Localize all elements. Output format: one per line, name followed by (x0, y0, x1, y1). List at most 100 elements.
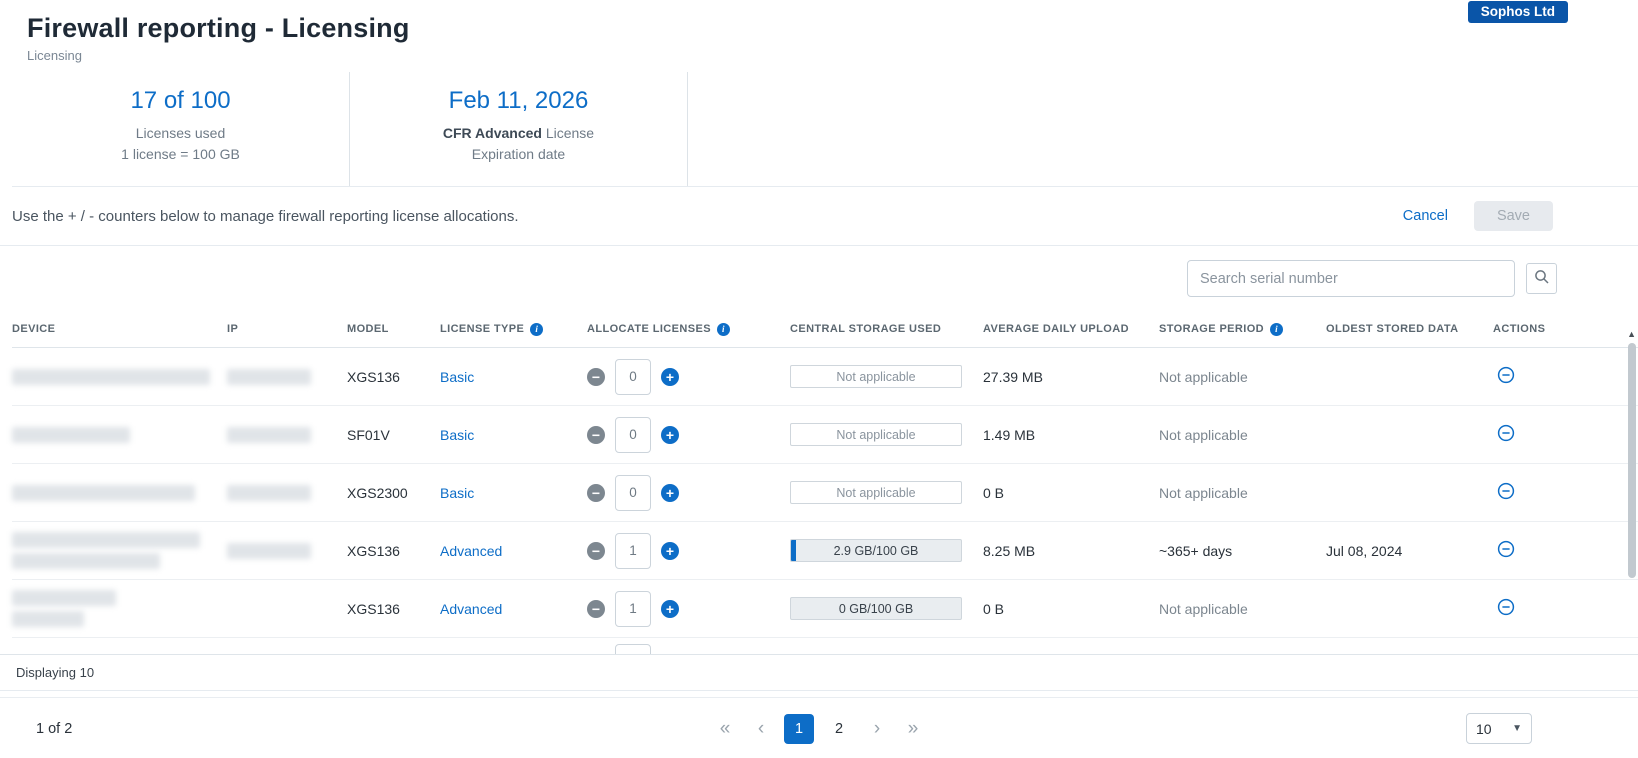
table-row-partial: 1 (12, 638, 1638, 654)
next-page-button[interactable]: › (864, 718, 890, 740)
license-type-link[interactable]: Advanced (440, 543, 502, 559)
first-page-button[interactable]: « (712, 718, 738, 740)
storage-period-cell: ~365+ days (1159, 543, 1326, 559)
instruction-bar: Use the + / - counters below to manage f… (0, 187, 1638, 246)
decrement-button[interactable]: − (587, 542, 605, 560)
account-badge[interactable]: Sophos Ltd (1468, 1, 1568, 23)
col-central-storage-used: CENTRAL STORAGE USED (790, 323, 983, 335)
license-type-link[interactable]: Basic (440, 369, 474, 385)
model-cell: XGS136 (347, 369, 440, 385)
allocate-value[interactable]: 1 (615, 533, 651, 569)
col-oldest-stored-data: OLDEST STORED DATA (1326, 323, 1493, 335)
cancel-button[interactable]: Cancel (1403, 208, 1448, 224)
allocate-value[interactable]: 0 (615, 359, 651, 395)
upload-cell: 1.49 MB (983, 427, 1159, 443)
page-1-button[interactable]: 1 (784, 714, 814, 744)
search-icon (1534, 269, 1550, 288)
storage-period-info-icon[interactable]: i (1270, 323, 1283, 336)
ip-cell-redacted (227, 427, 347, 443)
last-page-button[interactable]: » (900, 718, 926, 740)
device-cell-redacted (12, 485, 227, 501)
page-size-value: 10 (1476, 721, 1492, 737)
storage-period-cell: Not applicable (1159, 427, 1326, 443)
scroll-up-icon[interactable]: ▲ (1627, 330, 1636, 339)
license-type-info-icon[interactable]: i (530, 323, 543, 336)
model-cell: SF01V (347, 427, 440, 443)
allocate-value[interactable]: 1 (615, 644, 651, 654)
col-model: MODEL (347, 323, 440, 335)
circle-minus-icon (1497, 482, 1515, 503)
page-title: Firewall reporting - Licensing (27, 13, 1638, 44)
upload-cell: 27.39 MB (983, 369, 1159, 385)
page-size-select[interactable]: 10 ▼ (1466, 713, 1532, 744)
increment-button[interactable]: + (661, 600, 679, 618)
ip-cell-redacted (227, 485, 347, 501)
scrollbar-thumb[interactable] (1628, 343, 1636, 578)
table-row: XGS136 Basic − 0 + Not applicable 27.39 … (12, 348, 1638, 406)
allocate-counter: − 1 + (587, 533, 790, 569)
allocate-value[interactable]: 1 (615, 591, 651, 627)
device-cell-redacted (12, 532, 227, 569)
device-cell-redacted (12, 427, 227, 443)
upload-cell: 8.25 MB (983, 543, 1159, 559)
ip-cell-redacted (227, 543, 347, 559)
search-input[interactable] (1187, 260, 1515, 297)
col-ip: IP (227, 323, 347, 335)
stat-expiration: Feb 11, 2026 CFR Advanced License Expira… (350, 72, 688, 186)
pagination-bar: 1 of 2 « ‹ 1 2 › » 10 ▼ (0, 697, 1638, 758)
storage-period-cell: Not applicable (1159, 601, 1326, 617)
allocate-value[interactable]: 0 (615, 417, 651, 453)
expiration-sublabel: Expiration date (350, 146, 687, 162)
device-cell-redacted (12, 369, 227, 385)
increment-button[interactable]: + (661, 484, 679, 502)
search-bar (0, 246, 1638, 311)
pager: « ‹ 1 2 › » (712, 714, 926, 744)
ip-cell-redacted (227, 369, 347, 385)
chevron-down-icon: ▼ (1512, 723, 1522, 734)
allocate-counter: − 0 + (587, 359, 790, 395)
model-cell: XGS136 (347, 543, 440, 559)
deallocate-button[interactable] (1493, 598, 1515, 619)
increment-button[interactable]: + (661, 368, 679, 386)
table-row: XGS136 Advanced − 1 + 2.9 GB/100 GB 8.25… (12, 522, 1638, 580)
license-type-link[interactable]: Basic (440, 485, 474, 501)
instruction-text: Use the + / - counters below to manage f… (12, 208, 519, 225)
decrement-button[interactable]: − (587, 368, 605, 386)
page-2-button[interactable]: 2 (824, 714, 854, 744)
model-cell: XGS2300 (347, 485, 440, 501)
model-cell: XGS136 (347, 601, 440, 617)
deallocate-button[interactable] (1493, 366, 1515, 387)
decrement-button[interactable]: − (587, 426, 605, 444)
stat-licenses-used: 17 of 100 Licenses used 1 license = 100 … (12, 72, 350, 186)
licenses-used-label: Licenses used (12, 125, 349, 141)
deallocate-button[interactable] (1493, 482, 1515, 503)
page-summary: 1 of 2 (36, 721, 72, 737)
license-type-link[interactable]: Basic (440, 427, 474, 443)
col-average-daily-upload: AVERAGE DAILY UPLOAD (983, 323, 1159, 335)
upload-cell: 0 B (983, 485, 1159, 501)
circle-minus-icon (1497, 598, 1515, 619)
expiration-value: Feb 11, 2026 (350, 87, 687, 115)
licensing-page: Sophos Ltd Firewall reporting - Licensin… (0, 0, 1638, 758)
vertical-scrollbar[interactable]: ▲ (1626, 330, 1637, 630)
increment-button[interactable]: + (661, 542, 679, 560)
storage-used-box: 2.9 GB/100 GB (790, 539, 962, 562)
allocate-counter: − 0 + (587, 417, 790, 453)
decrement-button[interactable]: − (587, 600, 605, 618)
save-button[interactable]: Save (1474, 201, 1553, 231)
storage-used-box: Not applicable (790, 481, 962, 504)
table-header: DEVICE IP MODEL LICENSE TYPE i ALLOCATE … (12, 311, 1638, 348)
oldest-data-cell: Jul 08, 2024 (1326, 543, 1493, 559)
deallocate-button[interactable] (1493, 424, 1515, 445)
license-type-link[interactable]: Advanced (440, 601, 502, 617)
search-button[interactable] (1526, 263, 1557, 294)
col-storage-period: STORAGE PERIOD i (1159, 323, 1326, 336)
allocate-value[interactable]: 0 (615, 475, 651, 511)
increment-button[interactable]: + (661, 426, 679, 444)
prev-page-button[interactable]: ‹ (748, 718, 774, 740)
deallocate-button[interactable] (1493, 540, 1515, 561)
table-row: SF01V Basic − 0 + Not applicable 1.49 MB… (12, 406, 1638, 464)
decrement-button[interactable]: − (587, 484, 605, 502)
circle-minus-icon (1497, 540, 1515, 561)
allocate-licenses-info-icon[interactable]: i (717, 323, 730, 336)
